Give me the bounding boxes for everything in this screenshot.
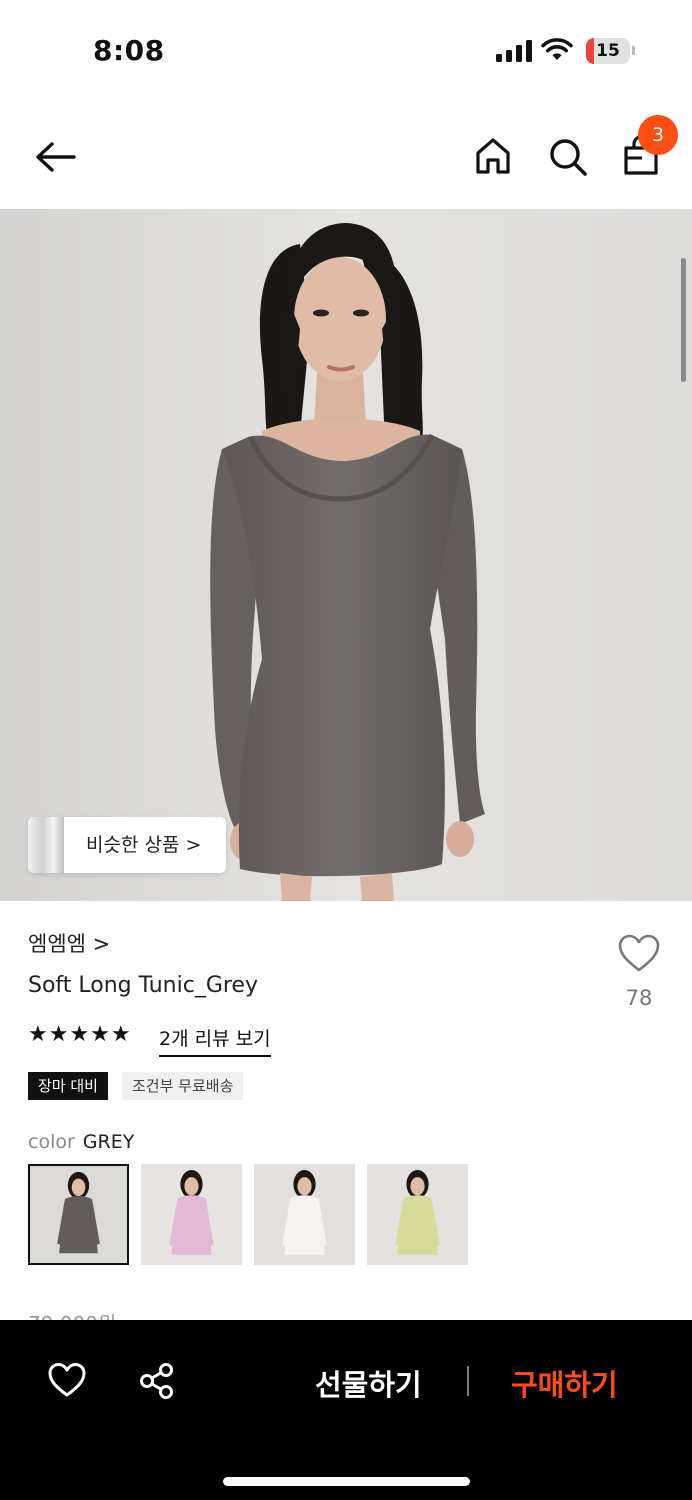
similar-products-label: 비슷한 상품 >: [86, 834, 202, 856]
color-swatch-grey[interactable]: [28, 1164, 129, 1265]
status-bar: 8:08 15: [0, 0, 692, 100]
bottom-action-bar: [0, 1320, 692, 1500]
home-icon[interactable]: [474, 136, 512, 176]
battery-icon: 15: [586, 38, 630, 64]
color-swatch-lime[interactable]: [367, 1164, 468, 1265]
home-indicator[interactable]: [223, 1477, 470, 1486]
similar-product-thumbnail: [28, 817, 64, 873]
rainy-season-tag: 장마 대비: [28, 1072, 108, 1100]
buy-button[interactable]: 구매하기: [511, 1362, 618, 1404]
search-icon[interactable]: [547, 136, 589, 178]
like-count: 78: [625, 986, 653, 1010]
color-swatch-pink[interactable]: [141, 1164, 242, 1265]
model-photo: [0, 209, 692, 901]
rating-stars: ★★★★★: [28, 1022, 132, 1047]
brand-link[interactable]: 엠엠엠 >: [28, 928, 110, 958]
battery-level: 15: [596, 41, 620, 61]
similar-products-button[interactable]: 비슷한 상품 >: [28, 817, 226, 873]
cellular-signal-icon: [496, 40, 532, 62]
product-image[interactable]: [0, 209, 692, 901]
wifi-icon: [541, 38, 573, 60]
heart-icon[interactable]: [47, 1362, 87, 1398]
product-title: Soft Long Tunic_Grey: [28, 973, 258, 998]
wishlist-heart-icon[interactable]: [617, 933, 661, 973]
view-reviews-link[interactable]: 2개 리뷰 보기: [159, 1024, 271, 1057]
arrow-left-icon[interactable]: [34, 140, 78, 174]
color-swatch-white[interactable]: [254, 1164, 355, 1265]
color-selector-label: color GREY: [28, 1131, 134, 1153]
button-divider: [467, 1366, 469, 1396]
color-value: GREY: [82, 1131, 135, 1153]
gift-button[interactable]: 선물하기: [315, 1362, 422, 1404]
cart-count-badge: 3: [638, 115, 678, 155]
product-detail-screen: 8:08 15 3 비슷한 상품 > 엠엠엠 > Soft Long Tunic…: [0, 0, 692, 1500]
share-icon[interactable]: [138, 1362, 176, 1400]
image-scrollbar[interactable]: [681, 258, 686, 382]
color-key: color: [28, 1131, 75, 1153]
status-time: 8:08: [93, 34, 165, 67]
top-nav-bar: [0, 100, 692, 209]
free-shipping-tag: 조건부 무료배송: [122, 1072, 244, 1100]
